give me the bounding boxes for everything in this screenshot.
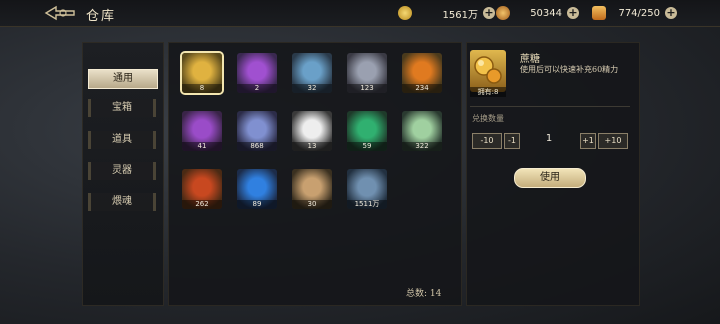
gem-ring-icon [496,6,510,20]
inventory-slot[interactable]: 41 [182,111,222,151]
add-gem-button[interactable]: + [567,7,579,19]
item-count: 123 [347,84,387,93]
resource-energy: 774/250 + [592,4,677,22]
owned-count: 拥有:8 [470,87,506,97]
item-count: 322 [402,142,442,151]
gold-coin-icon [398,6,412,20]
quantity-label: 兑换数量 [472,114,504,123]
item-count: 30 [292,200,332,209]
divider [470,106,630,107]
inventory-slot[interactable]: 2 [237,53,277,93]
plus-one-button[interactable]: +1 [580,133,596,149]
energy-scroll-icon [592,6,606,20]
item-count: 32 [292,84,332,93]
total-count: 总数: 14 [406,289,442,299]
item-count: 8 [182,84,222,93]
inventory-slot[interactable]: 59 [347,111,387,151]
inventory-slot[interactable]: 32 [292,53,332,93]
item-count: 1511万 [347,200,387,209]
add-energy-button[interactable]: + [665,7,677,19]
inventory-slot[interactable]: 13 [292,111,332,151]
item-name: 蔗糖 [520,54,540,65]
plus-ten-button[interactable]: +10 [598,133,628,149]
tab-general[interactable]: 通用 [88,69,158,89]
minus-one-button[interactable]: -1 [504,133,520,149]
back-arrow-icon[interactable] [44,5,78,21]
tab-souls[interactable]: 煨魂 [88,193,156,211]
resource-gold: 1561万 + [398,4,495,22]
quantity-value[interactable]: 1 [522,133,576,147]
tab-props[interactable]: 道具 [88,131,156,149]
item-description: 使用后可以快速补充60精力 [520,65,619,74]
inventory-slot[interactable]: 123 [347,53,387,93]
inventory-slot[interactable]: 868 [237,111,277,151]
item-count: 89 [237,200,277,209]
inventory-slot[interactable]: 30 [292,169,332,209]
selected-item-icon [470,50,506,92]
inventory-slot[interactable]: 89 [237,169,277,209]
item-count: 234 [402,84,442,93]
minus-ten-button[interactable]: -10 [472,133,502,149]
item-count: 2 [237,84,277,93]
inventory-slot[interactable]: 1511万 [347,169,387,209]
resource-gem: 50344 + [496,4,579,22]
item-count: 41 [182,142,222,151]
add-gold-button[interactable]: + [483,7,495,19]
inventory-slot[interactable]: 234 [402,53,442,93]
tab-chests[interactable]: 宝箱 [88,99,156,117]
tab-relics[interactable]: 灵器 [88,162,156,180]
item-count: 262 [182,200,222,209]
inventory-slot[interactable]: 8 [180,51,224,95]
inventory-slot[interactable]: 322 [402,111,442,151]
item-count: 59 [347,142,387,151]
item-count: 13 [292,142,332,151]
inventory-slot[interactable]: 262 [182,169,222,209]
top-bar: 仓库 1561万 + 50344 + 774/250 + [0,0,720,27]
item-count: 868 [237,142,277,151]
page-title: 仓库 [86,9,117,24]
use-button[interactable]: 使用 [514,168,586,188]
